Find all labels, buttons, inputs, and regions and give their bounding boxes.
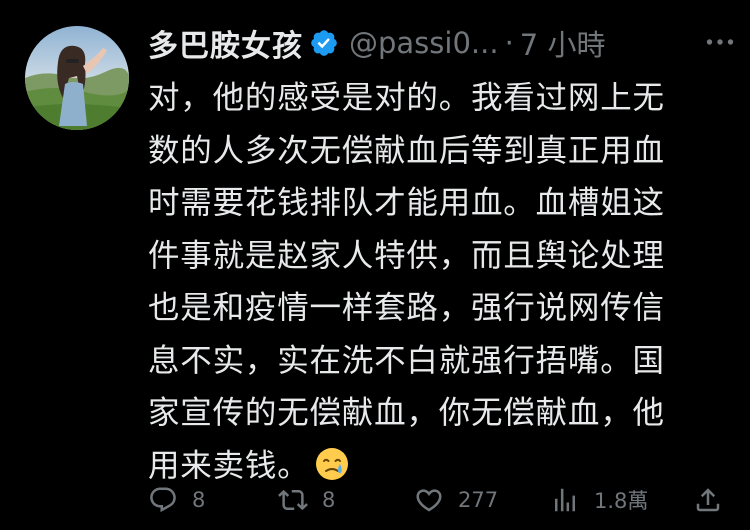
text-line: 对，他的感受是对的。我看过网上无 [148, 80, 665, 116]
post-time[interactable]: 7 小時 [520, 22, 606, 64]
reply-icon [150, 487, 176, 513]
repost-button[interactable]: 8 [278, 480, 335, 520]
views-button[interactable]: 1.8萬 [550, 480, 648, 520]
text-line: 息不实，实在洗不白就强行捂嘴。国 [148, 342, 665, 379]
crying-face-emoji-icon [314, 446, 350, 482]
action-bar: 8 8 277 1.8萬 [148, 480, 728, 520]
views-chart-icon [555, 488, 575, 512]
views-count: 1.8萬 [594, 489, 649, 513]
text-line: 时需要花钱排队才能用血。血槽姐这 [148, 185, 665, 221]
text-line: 用来卖钱。 [148, 447, 310, 484]
heart-icon [416, 489, 442, 512]
verified-badge-icon [309, 28, 339, 58]
avatar[interactable] [25, 26, 129, 130]
tweet-text: 对，他的感受是对的。我看过网上无 数的人多次无偿献血后等到真正用血 时需要花钱排… [148, 72, 733, 492]
like-button[interactable]: 277 [414, 480, 498, 520]
text-line: 数的人多次无偿献血后等到真正用血 [148, 132, 665, 169]
author-handle[interactable]: @passi0... [349, 26, 499, 60]
share-icon [696, 488, 720, 512]
tweet[interactable]: 多巴胺女孩 @passi0... · 7 小時 对，他的感受是对的。我看过网上无… [0, 0, 750, 530]
text-line: 家宣传的无偿献血，你无偿献血，他 [148, 395, 665, 431]
display-name[interactable]: 多巴胺女孩 [148, 21, 303, 65]
separator-dot: · [504, 26, 514, 60]
share-button[interactable] [693, 480, 723, 520]
repost-count: 8 [322, 488, 336, 512]
tweet-header: 多巴胺女孩 @passi0... · 7 小時 [148, 20, 738, 66]
text-line: 件事就是赵家人特供，而且舆论处理 [148, 237, 665, 274]
text-line: 也是和疫情一样套路，强行说网传信 [148, 290, 665, 326]
repost-icon [278, 489, 308, 511]
like-count: 277 [458, 488, 499, 512]
reply-count: 8 [192, 488, 206, 512]
more-options-icon[interactable] [702, 24, 738, 60]
reply-button[interactable]: 8 [148, 480, 205, 520]
